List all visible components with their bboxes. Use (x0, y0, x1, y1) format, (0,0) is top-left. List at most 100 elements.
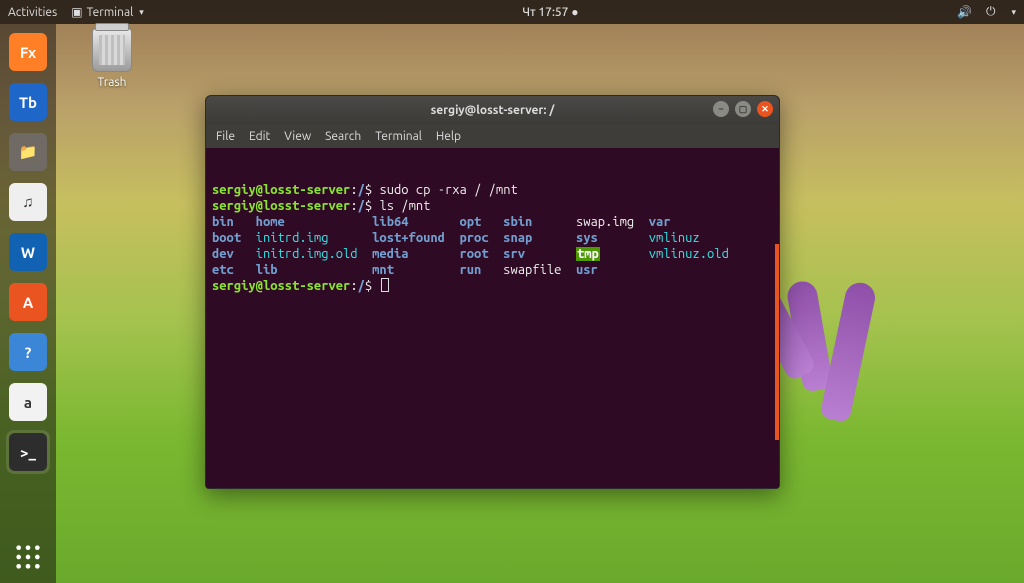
dock-icon-terminal[interactable]: >_ (6, 430, 50, 474)
ls-row: etclibmntrunswapfileusr (212, 262, 773, 278)
ls-entry: initrd.img.old (256, 247, 358, 261)
ls-entry: run (460, 263, 482, 277)
terminal-line: sergiy@losst-server:/$ (212, 278, 773, 294)
menu-help[interactable]: Help (436, 130, 461, 143)
dock-icon-firefox[interactable]: Fx (6, 30, 50, 74)
ls-cell: etc (212, 262, 256, 278)
ls-entry: bin (212, 215, 234, 229)
terminal-menubar: File Edit View Search Terminal Help (206, 124, 779, 148)
app-menu-label: Terminal (87, 6, 134, 19)
volume-icon[interactable]: 🔊 (957, 5, 972, 19)
ls-cell: vmlinuz.old (649, 246, 736, 262)
trash-label: Trash (80, 76, 144, 89)
menu-file[interactable]: File (216, 130, 235, 143)
window-controls: – ▢ ✕ (713, 101, 773, 117)
ls-cell: swap.img (576, 214, 649, 230)
ls-cell: var (649, 214, 736, 230)
ls-cell: tmp (576, 246, 649, 262)
ls-cell: lost+found (372, 230, 459, 246)
ls-entry: opt (460, 215, 482, 229)
prompt-user-host: sergiy@losst-server (212, 183, 350, 197)
trash-desktop-icon[interactable]: Trash (80, 28, 144, 89)
minimize-button[interactable]: – (713, 101, 729, 117)
ls-cell: lib (256, 262, 372, 278)
ls-entry: sys (576, 231, 598, 245)
ls-entry: swap.img (576, 215, 634, 229)
dock-icon-help[interactable]: ? (6, 330, 50, 374)
prompt-path: / (358, 279, 365, 293)
ls-cell: boot (212, 230, 256, 246)
prompt-path: / (358, 183, 365, 197)
terminal-icon: >_ (9, 433, 47, 471)
close-button[interactable]: ✕ (757, 101, 773, 117)
firefox-icon: Fx (9, 33, 47, 71)
launcher-dock: Fx Tb 📁 ♫ WA? a >_ (0, 24, 56, 583)
dock-icon-writer[interactable]: W (6, 230, 50, 274)
writer-icon: W (9, 233, 47, 271)
ls-cell: run (460, 262, 504, 278)
ls-cell: sbin (503, 214, 576, 230)
ls-entry: srv (503, 247, 525, 261)
prompt-path: / (358, 199, 365, 213)
dock-icon-software[interactable]: A (6, 280, 50, 324)
ls-cell: mnt (372, 262, 459, 278)
ls-entry: var (649, 215, 671, 229)
thunderbird-icon: Tb (9, 83, 47, 121)
ls-cell: root (460, 246, 504, 262)
ls-entry: lib (256, 263, 278, 277)
ls-entry: home (256, 215, 285, 229)
window-titlebar[interactable]: sergiy@losst-server: / – ▢ ✕ (206, 96, 779, 124)
window-title: sergiy@losst-server: / (431, 104, 555, 117)
ls-entry: dev (212, 247, 234, 261)
ls-entry: media (372, 247, 408, 261)
ls-entry: lib64 (372, 215, 408, 229)
top-panel: Activities ▣ Terminal ▾ Чт 17:57 ● 🔊 ⏻ ▾ (0, 0, 1024, 24)
show-applications-button[interactable] (0, 543, 56, 571)
dock-icon-thunderbird[interactable]: Tb (6, 80, 50, 124)
ls-cell: home (256, 214, 372, 230)
dock-icon-rhythmbox[interactable]: ♫ (6, 180, 50, 224)
ls-entry: vmlinuz.old (649, 247, 729, 261)
ls-entry: snap (503, 231, 532, 245)
maximize-button[interactable]: ▢ (735, 101, 751, 117)
clock-text: Чт 17:57 (522, 6, 568, 19)
software-icon: A (9, 283, 47, 321)
files-icon: 📁 (9, 133, 47, 171)
terminal-window: sergiy@losst-server: / – ▢ ✕ File Edit Vie… (205, 95, 780, 489)
ls-cell: dev (212, 246, 256, 262)
menu-search[interactable]: Search (325, 130, 361, 143)
power-icon[interactable]: ⏻ (986, 5, 996, 19)
chevron-down-icon: ▾ (139, 7, 144, 18)
cursor-icon (381, 278, 389, 292)
activities-button[interactable]: Activities (8, 6, 57, 19)
rhythmbox-icon: ♫ (9, 183, 47, 221)
ls-cell: lib64 (372, 214, 459, 230)
apps-grid-icon (14, 543, 42, 571)
ls-entry: tmp (576, 247, 600, 261)
menu-view[interactable]: View (284, 130, 311, 143)
amazon-icon: a (9, 383, 47, 421)
dock-icon-files[interactable]: 📁 (6, 130, 50, 174)
ls-cell: vmlinuz (649, 230, 736, 246)
ls-cell (649, 262, 736, 278)
ls-entry: initrd.img (256, 231, 329, 245)
menu-edit[interactable]: Edit (249, 130, 270, 143)
ls-cell: sys (576, 230, 649, 246)
terminal-body[interactable]: sergiy@losst-server:/$ sudo cp -rxa / /m… (206, 148, 779, 488)
clock[interactable]: Чт 17:57 ● (522, 5, 578, 19)
system-menu-chevron-icon[interactable]: ▾ (1011, 7, 1016, 18)
menu-terminal[interactable]: Terminal (375, 130, 422, 143)
dock-icon-amazon[interactable]: a (6, 380, 50, 424)
ls-row: dev initrd.img.old media rootsrv tmp vmlinuz.… (212, 246, 773, 262)
ls-entry: boot (212, 231, 241, 245)
ls-cell: opt (460, 214, 504, 230)
ls-entry: sbin (503, 215, 532, 229)
app-menu[interactable]: ▣ Terminal ▾ (71, 5, 144, 19)
ls-cell: initrd.img (256, 230, 372, 246)
terminal-line: sergiy@losst-server:/$ ls /mnt (212, 198, 773, 214)
ls-cell: bin (212, 214, 256, 230)
ls-entry: mnt (372, 263, 394, 277)
scrollbar-thumb[interactable] (775, 244, 779, 440)
command-text: sudo cp -rxa / /mnt (379, 183, 517, 197)
ls-entry: lost+found (372, 231, 445, 245)
